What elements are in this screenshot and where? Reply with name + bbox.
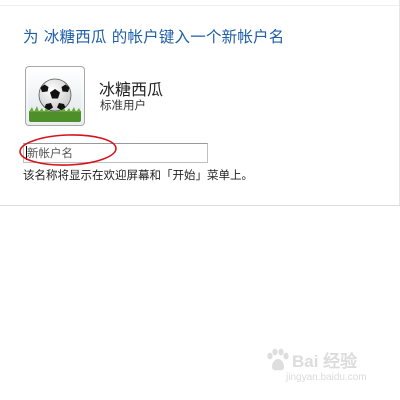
- watermark: Bai 经验 jingyan.baidu.com: [262, 345, 390, 393]
- paw-logo-icon: [267, 348, 289, 371]
- page-title: 为 冰糖西瓜 的帐户键入一个新帐户名: [23, 28, 285, 46]
- section-divider: [0, 205, 400, 206]
- account-type: 标准用户: [100, 98, 146, 112]
- text-caret: [26, 146, 27, 160]
- user-avatar: [25, 66, 85, 126]
- soccer-ball-icon: [29, 70, 81, 122]
- rename-hint: 该名称将显示在欢迎屏幕和「开始」菜单上。: [23, 168, 253, 182]
- window-top-edge: [0, 0, 400, 6]
- new-account-name-input[interactable]: [23, 143, 208, 163]
- watermark-brand: Bai 经验: [292, 352, 358, 371]
- watermark-url: jingyan.baidu.com: [286, 372, 367, 383]
